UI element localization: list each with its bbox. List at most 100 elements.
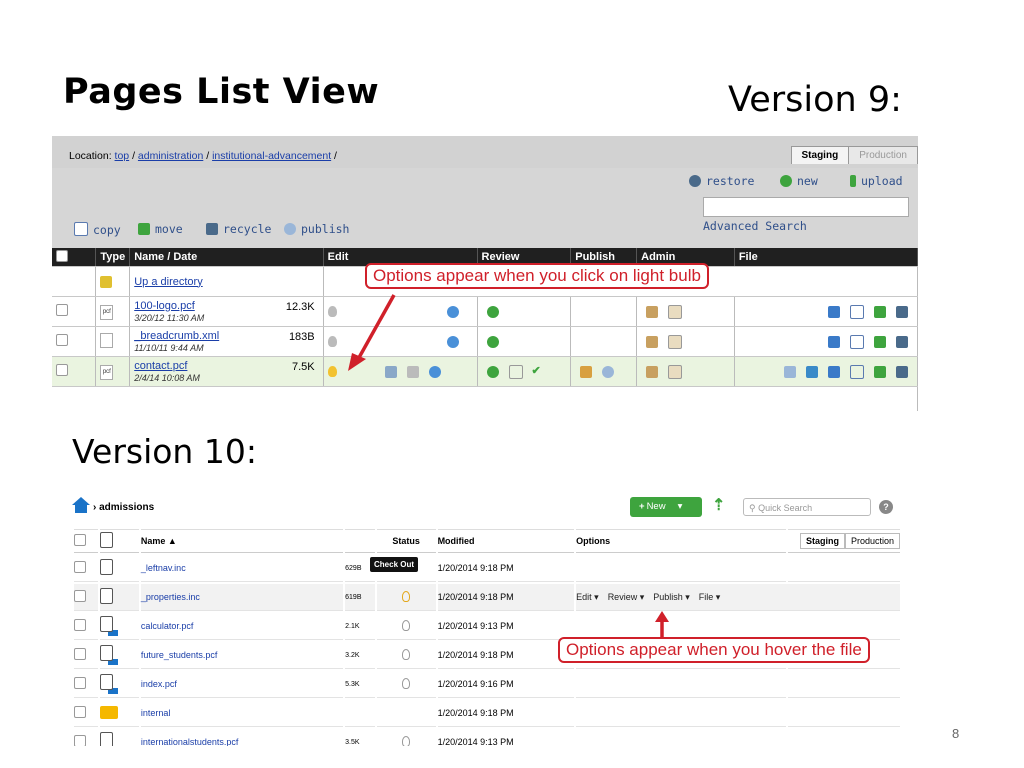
lightbulb-icon[interactable] [327,366,337,378]
tab-production[interactable]: Production [844,533,900,549]
compare-icon[interactable] [508,364,523,379]
table-row[interactable]: pcf 100-logo.pcf 12.3K 3/20/12 11:30 AM [52,296,918,327]
table-row[interactable]: pcf contact.pcf 7.5K 2/4/14 10:08 AM ✔ [52,356,918,387]
row-checkbox[interactable] [56,364,68,376]
help-icon[interactable]: ? [879,500,893,514]
table-row[interactable]: internal 1/20/2014 9:18 PM [74,700,900,727]
rename-icon[interactable] [828,335,840,348]
column-name-date[interactable]: Name / Date [129,248,324,267]
copy-button[interactable]: copy [74,222,121,237]
row-checkbox[interactable] [56,334,68,346]
upload-icon[interactable]: ⇡ [712,498,726,514]
tab-production[interactable]: Production [848,146,918,164]
lightbulb-icon[interactable] [402,590,411,602]
preview-icon[interactable] [486,365,499,378]
crumb-top[interactable]: top [115,150,130,162]
table-row[interactable]: calculator.pcf 2.1K 1/20/2014 9:13 PM [74,613,900,640]
file-name-link[interactable]: _breadcrumb.xml [134,330,219,342]
tab-staging[interactable]: Staging [790,146,850,164]
row-checkbox[interactable] [74,648,86,660]
file-name[interactable]: calculator.pcf [140,613,344,640]
home-icon[interactable] [72,497,90,513]
move-icon[interactable] [874,365,886,378]
file-name[interactable]: _properties.inc [140,584,344,611]
select-all-column[interactable] [52,248,97,267]
up-directory-link[interactable]: Up a directory [134,276,202,288]
restore-button[interactable]: restore [689,174,754,188]
publish-button[interactable]: publish [284,222,349,236]
table-row[interactable]: _leftnav.inc 629B 1/20/2014 9:18 PM [74,555,900,582]
file-menu[interactable]: File ▾ [699,592,721,602]
rename-icon[interactable] [828,305,840,318]
copy-icon[interactable] [850,304,864,319]
checkmark-icon[interactable]: ✔ [532,365,541,377]
row-checkbox[interactable] [74,706,86,718]
user-icon[interactable] [646,335,659,348]
search-input[interactable] [703,197,909,217]
review-menu[interactable]: Review ▾ [608,592,645,602]
row-checkbox[interactable] [74,619,86,631]
duplicate-icon[interactable] [784,365,796,378]
edit-menu[interactable]: Edit ▾ [576,592,599,602]
column-name[interactable]: Name ▲ [140,529,344,553]
table-row[interactable]: index.pcf 5.3K 1/20/2014 9:16 PM [74,671,900,698]
select-all-checkbox[interactable] [56,249,68,262]
row-checkbox[interactable] [74,735,86,746]
upload-button[interactable]: upload [850,174,903,188]
table-row[interactable]: _properties.inc 619B 1/20/2014 9:18 PM E… [74,584,900,611]
lightbulb-icon[interactable] [402,735,411,746]
row-checkbox[interactable] [56,304,68,316]
recycle-icon[interactable] [896,335,908,348]
preview-icon[interactable] [486,335,499,348]
publish-form-icon[interactable] [580,365,593,378]
scheduler-icon[interactable] [446,335,459,348]
publish-menu[interactable]: Publish ▾ [653,592,690,602]
rename-icon[interactable] [828,365,840,378]
lightbulb-icon[interactable] [327,306,337,318]
recycle-icon[interactable] [896,305,908,318]
file-name[interactable]: future_students.pcf [140,642,344,669]
preview-icon[interactable] [486,305,499,318]
recycle-icon[interactable] [896,365,908,378]
link-icon[interactable] [806,365,818,378]
move-icon[interactable] [874,335,886,348]
column-modified[interactable]: Modified [437,529,575,553]
user-icon[interactable] [646,365,659,378]
lightbulb-icon[interactable] [402,619,411,631]
properties-icon[interactable] [668,304,683,319]
recycle-button[interactable]: recycle [206,222,271,236]
file-name-link[interactable]: 100-logo.pcf [134,300,195,312]
file-name[interactable]: index.pcf [140,671,344,698]
file-name[interactable]: internationalstudents.pcf [141,729,343,746]
user-icon[interactable] [646,305,659,318]
move-button[interactable]: move [138,222,183,236]
file-name-link[interactable]: contact.pcf [134,360,187,372]
table-row[interactable]: internationalstudents.pcf 3.5K 1/20/2014… [74,729,900,746]
row-checkbox[interactable] [74,677,86,689]
move-icon[interactable] [874,305,886,318]
lightbulb-icon[interactable] [327,336,337,348]
properties-icon[interactable] [668,364,683,379]
publish-icon[interactable] [602,365,615,378]
select-all-checkbox[interactable] [74,534,86,546]
lightbulb-icon[interactable] [402,648,411,660]
row-checkbox[interactable] [74,561,86,573]
row-checkbox[interactable] [74,590,86,602]
lightbulb-icon[interactable] [402,677,411,689]
new-button[interactable]: new [780,174,818,188]
scheduler-icon[interactable] [446,305,459,318]
copy-icon[interactable] [850,334,864,349]
file-name[interactable]: internal [140,700,344,727]
properties-icon[interactable] [668,334,683,349]
scheduler-icon[interactable] [428,365,441,378]
crumb-administration[interactable]: administration [138,150,203,162]
copy-icon[interactable] [850,364,864,379]
file-name[interactable]: _leftnav.inc [140,555,344,582]
tab-staging[interactable]: Staging [799,533,845,549]
caret-down-icon[interactable]: ▾ [678,501,683,512]
table-row[interactable]: _breadcrumb.xml 183B 11/10/11 9:44 AM [52,326,918,357]
new-button[interactable]: + New ▾ [630,497,702,517]
crumb-institutional-advancement[interactable]: institutional-advancement [212,150,331,162]
quick-search-input[interactable]: ⚲ Quick Search [743,498,871,516]
advanced-search-link[interactable]: Advanced Search [703,219,807,233]
